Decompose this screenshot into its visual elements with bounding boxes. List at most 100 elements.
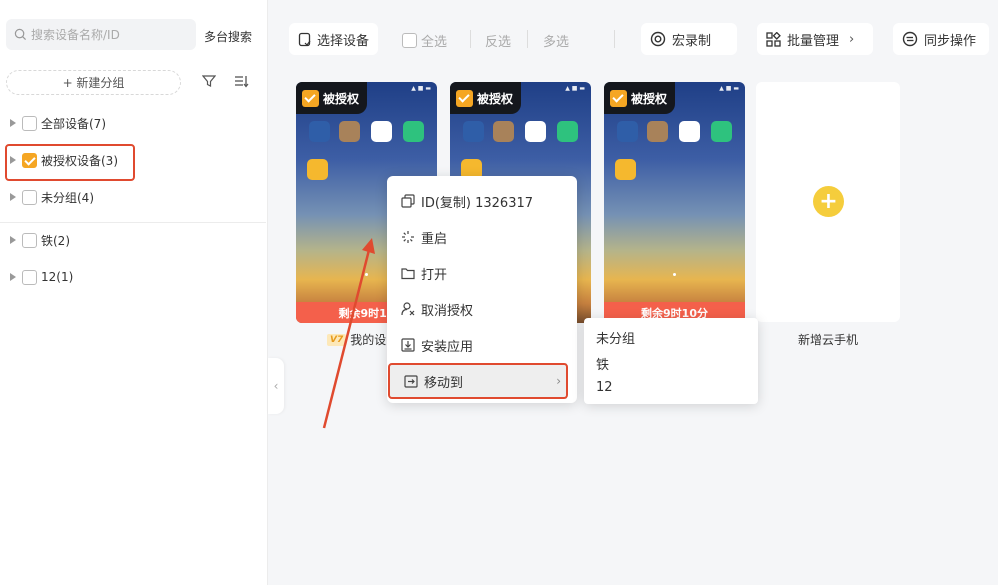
select-device-button[interactable]: 选择设备: [289, 23, 379, 55]
authorized-label: 被授权: [631, 91, 668, 106]
select-all-label: 全选: [421, 35, 448, 50]
group-label: 全部设备(7): [41, 116, 106, 131]
restart-icon: [402, 231, 414, 243]
copy-icon: [401, 194, 415, 208]
group-all-devices[interactable]: 全部设备(7): [10, 113, 106, 133]
menu-item-restart[interactable]: 重启: [387, 219, 577, 255]
select-device-label: 选择设备: [317, 33, 370, 49]
vip-badge: V7: [327, 333, 347, 346]
app-icon: [493, 121, 514, 142]
sort-icon[interactable]: [234, 74, 249, 88]
page-dot: [673, 273, 676, 276]
check-icon: [456, 89, 473, 107]
sidebar: 搜索设备名称/ID 多台搜索 + 新建分组 全部设备(7) 被授权设备(3) 未…: [0, 0, 268, 585]
app-icon: [525, 121, 546, 142]
device-name: V7 我的设: [327, 331, 386, 348]
submenu-item-12[interactable]: 12: [596, 380, 613, 395]
menu-item-open[interactable]: 打开: [387, 255, 577, 291]
macro-record-button[interactable]: 宏录制: [641, 23, 737, 55]
app-icon: [647, 121, 668, 142]
menu-item-copy-id[interactable]: ID(复制) 1326317: [387, 183, 577, 219]
group-label: 铁(2): [41, 233, 70, 248]
filter-icon[interactable]: [202, 74, 216, 88]
authorized-badge: 被授权: [450, 82, 522, 114]
highlight-box: [388, 363, 568, 399]
app-icon: [617, 121, 638, 142]
game-app-icon: [615, 159, 636, 180]
sync-label: 同步操作: [924, 33, 977, 49]
submenu-item-ungrouped[interactable]: 未分组: [596, 328, 635, 347]
batch-grid-icon: [766, 31, 781, 47]
move-to-submenu: 未分组 铁 12: [584, 318, 758, 404]
highlight-box: [5, 144, 135, 181]
chevron-left-icon: ‹: [273, 379, 279, 393]
page-dot: [365, 273, 368, 276]
group-checkbox[interactable]: [22, 269, 37, 285]
expand-arrow-icon[interactable]: [10, 119, 16, 127]
group-checkbox[interactable]: [22, 115, 37, 131]
user-x-icon: [401, 302, 415, 316]
separator: [614, 30, 615, 48]
expand-arrow-icon[interactable]: [10, 193, 16, 201]
sync-operation-button[interactable]: 同步操作: [893, 23, 989, 55]
macro-label: 宏录制: [672, 33, 712, 49]
sync-icon: [902, 31, 918, 47]
app-icon: [339, 121, 360, 142]
group-checkbox[interactable]: [22, 189, 37, 205]
separator: [470, 30, 471, 48]
device-screen[interactable]: [604, 82, 745, 323]
add-cloud-phone-card[interactable]: +: [756, 82, 900, 322]
app-icon: [403, 121, 424, 142]
device-select-icon: [298, 32, 311, 46]
app-icon: [679, 121, 700, 142]
collapse-sidebar-button[interactable]: ‹: [268, 358, 284, 414]
app-icon: [557, 121, 578, 142]
expand-arrow-icon[interactable]: [10, 273, 16, 281]
group-ungrouped[interactable]: 未分组(4): [10, 187, 94, 207]
invert-select-button[interactable]: 反选: [485, 31, 511, 50]
authorized-badge: 被授权: [604, 82, 676, 114]
app-icon: [371, 121, 392, 142]
group-iron[interactable]: 铁(2): [10, 230, 70, 250]
group-checkbox[interactable]: [22, 232, 37, 248]
check-icon: [302, 89, 319, 107]
chevron-right-icon: ›: [849, 31, 855, 47]
status-bar: ▲ ■ ▬: [565, 85, 585, 92]
authorized-badge: 被授权: [296, 82, 368, 114]
separator: [527, 30, 528, 48]
select-all-checkbox[interactable]: 全选: [402, 31, 447, 50]
batch-manage-button[interactable]: 批量管理 ›: [757, 23, 873, 55]
menu-item-label: 打开: [421, 267, 448, 283]
group-12[interactable]: 12(1): [10, 267, 73, 287]
app-icon: [463, 121, 484, 142]
expand-arrow-icon[interactable]: [10, 236, 16, 244]
add-cloud-phone-label: 新增云手机: [798, 333, 859, 347]
status-bar: ▲ ■ ▬: [411, 85, 431, 92]
plus-icon[interactable]: +: [813, 186, 844, 217]
menu-item-install-app[interactable]: 安装应用: [387, 327, 577, 363]
device-name-text: 我的设: [350, 333, 387, 347]
group-label: 12(1): [41, 270, 74, 284]
macro-icon: [650, 31, 666, 47]
menu-item-revoke-auth[interactable]: 取消授权: [387, 291, 577, 327]
menu-item-label: 安装应用: [421, 339, 474, 355]
authorized-label: 被授权: [323, 91, 360, 106]
search-icon: [14, 28, 27, 41]
multi-search-button[interactable]: 多台搜索: [204, 28, 252, 45]
new-group-button[interactable]: + 新建分组: [6, 70, 181, 95]
search-input[interactable]: 搜索设备名称/ID: [6, 19, 196, 50]
app-icon: [711, 121, 732, 142]
group-label: 未分组(4): [41, 190, 94, 205]
status-bar: ▲ ■ ▬: [719, 85, 739, 92]
multi-select-button[interactable]: 多选: [543, 31, 569, 50]
authorized-label: 被授权: [477, 91, 514, 106]
game-app-icon: [307, 159, 328, 180]
submenu-item-iron[interactable]: 铁: [596, 354, 609, 373]
app-icon: [309, 121, 330, 142]
device-card[interactable]: ▲ ■ ▬ 剩余9时10分 被授权: [604, 82, 745, 323]
folder-icon: [401, 267, 415, 279]
menu-item-label: 取消授权: [421, 303, 474, 319]
batch-manage-label: 批量管理: [787, 33, 840, 49]
search-placeholder: 搜索设备名称/ID: [31, 28, 120, 42]
divider: [0, 222, 266, 223]
